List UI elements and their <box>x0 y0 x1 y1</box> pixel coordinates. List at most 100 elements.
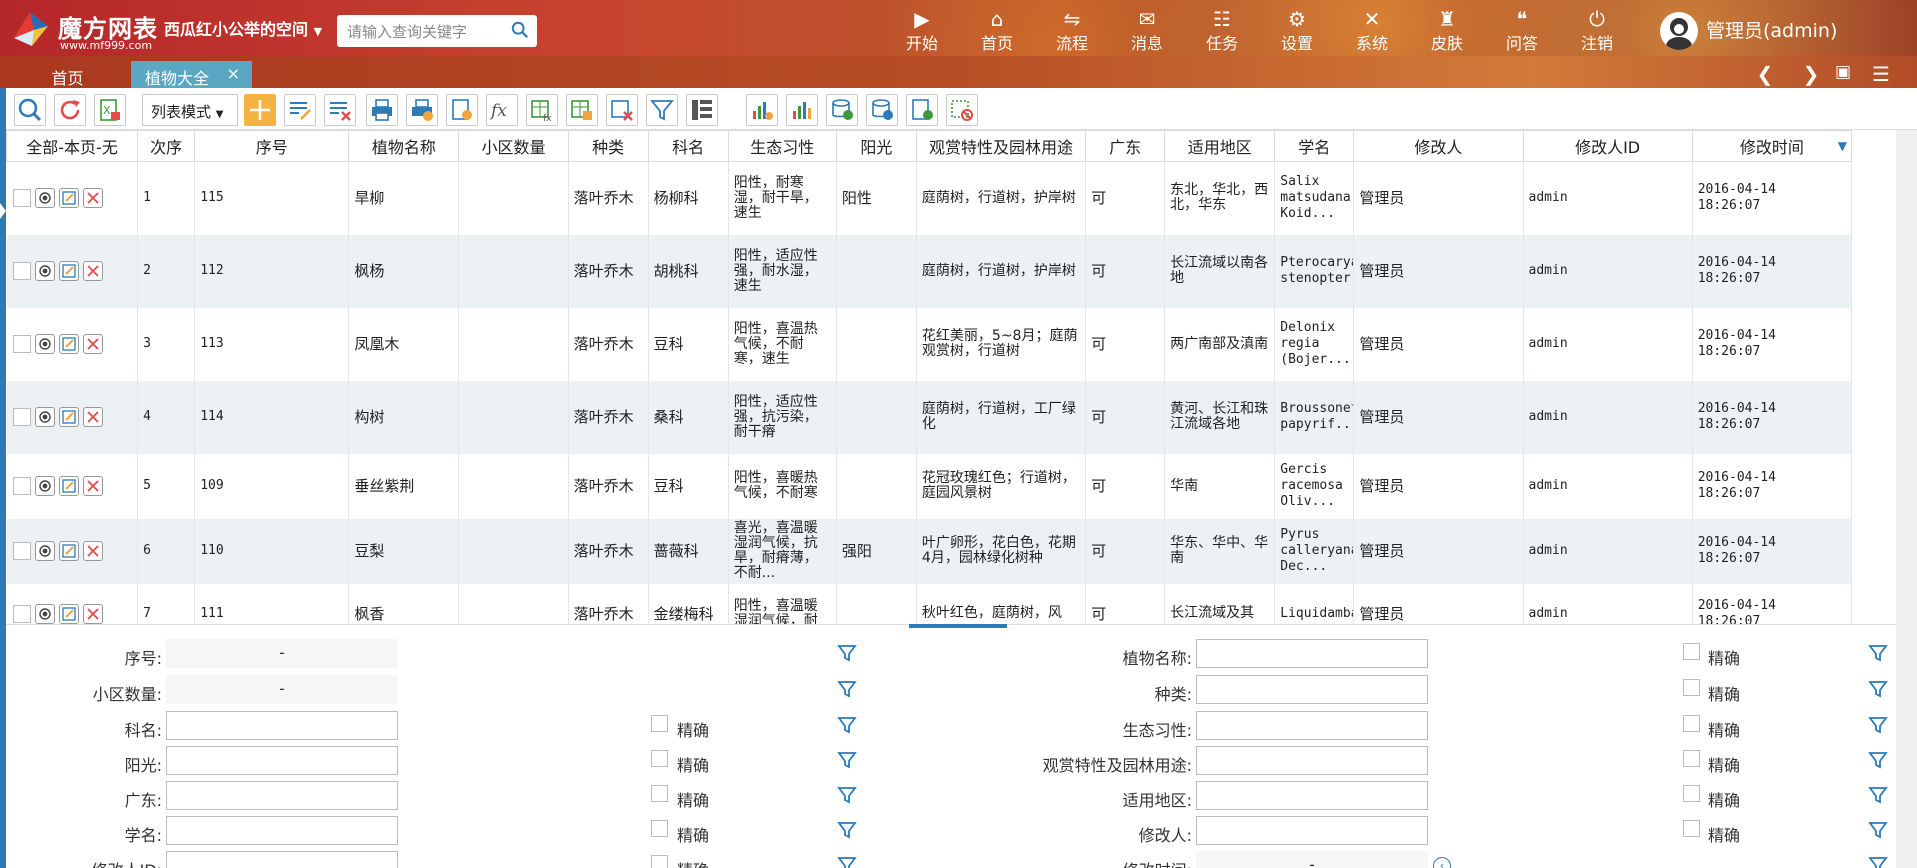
edit-icon[interactable] <box>58 603 79 624</box>
col-family[interactable]: 科名 <box>647 130 729 162</box>
print-button[interactable] <box>366 94 398 126</box>
next-tab-icon[interactable]: ❯ <box>1800 62 1822 86</box>
table-row[interactable]: 5 109 垂丝紫荆 落叶乔木 豆科 阳性，喜暖热气候，不耐寒 花冠玫瑰红色；行道树，庭园风… <box>6 453 1853 519</box>
delete-icon[interactable] <box>82 541 103 561</box>
exact-checkbox[interactable] <box>651 855 668 868</box>
exact-checkbox[interactable] <box>1683 679 1700 696</box>
edit-icon[interactable] <box>58 407 79 427</box>
search-button[interactable] <box>14 94 46 126</box>
refresh-button[interactable] <box>54 94 86 126</box>
search-input[interactable]: 请输入查询关键字 <box>337 15 537 47</box>
funnel-icon[interactable] <box>1868 715 1888 735</box>
col-no[interactable]: 序号 <box>194 130 350 162</box>
close-icon[interactable]: × <box>227 64 240 83</box>
funnel-icon[interactable] <box>1868 750 1888 770</box>
col-time[interactable]: 修改时间 ▼ <box>1691 130 1853 162</box>
batch-delete-button[interactable] <box>324 94 356 126</box>
col-area[interactable]: 适用地区 <box>1164 130 1276 162</box>
funnel-icon[interactable] <box>837 643 857 663</box>
col-editor-id[interactable]: 修改人ID <box>1522 130 1693 162</box>
formula-button[interactable]: fx <box>486 94 518 126</box>
table-row[interactable]: 6 110 豆梨 落叶乔木 蔷薇科 喜光，喜温暖湿润气候，抗旱，耐瘠薄，不耐... 强阳 叶广… <box>6 518 1853 584</box>
nav-tasks[interactable]: ☷ 任务 <box>1193 7 1251 54</box>
funnel-icon[interactable] <box>837 715 857 735</box>
exact-checkbox[interactable] <box>1683 820 1700 837</box>
delete-icon[interactable] <box>82 334 103 354</box>
view-icon[interactable] <box>34 603 55 624</box>
disable-button[interactable] <box>946 94 978 126</box>
filter-input[interactable] <box>1196 639 1428 668</box>
col-eco[interactable]: 生态习性 <box>727 130 837 162</box>
export-db-button[interactable] <box>866 94 898 126</box>
row-checkbox[interactable] <box>12 189 31 208</box>
exact-checkbox[interactable] <box>1683 643 1700 660</box>
sort-desc-icon[interactable]: ▼ <box>1838 139 1847 153</box>
col-sci[interactable]: 学名 <box>1274 130 1355 162</box>
row-checkbox[interactable] <box>12 262 31 280</box>
exact-checkbox[interactable] <box>1683 715 1700 732</box>
funnel-icon[interactable] <box>837 820 857 840</box>
funnel-icon[interactable] <box>1868 679 1888 699</box>
nav-messages[interactable]: ✉ 消息 <box>1118 7 1176 54</box>
table-row[interactable]: 1 115 旱柳 落叶乔木 杨柳科 阳性，耐寒湿，耐干旱，速生 阳性 庭荫树，行道树，护岸树可… <box>6 161 1853 235</box>
table-row[interactable]: 7 111 枫香 落叶乔木 金缕梅科 阳性，喜温暖湿润气候，耐 秋叶红色，庭荫树，风可长江流… <box>6 583 1853 624</box>
add-button[interactable] <box>244 94 276 126</box>
nav-skin[interactable]: ♜ 皮肤 <box>1418 7 1476 54</box>
space-selector[interactable]: 西瓜红小公举的空间 ▼ <box>164 16 322 40</box>
exact-checkbox[interactable] <box>1683 750 1700 767</box>
filter-date-range[interactable]: - <box>1196 851 1428 868</box>
col-kind[interactable]: 种类 <box>567 130 649 162</box>
nav-settings[interactable]: ⚙ 设置 <box>1268 7 1326 54</box>
delete-icon[interactable] <box>82 476 103 496</box>
filter-input[interactable] <box>166 781 398 810</box>
nav-qa[interactable]: ❝ 问答 <box>1493 7 1551 54</box>
search-icon[interactable] <box>511 21 529 39</box>
table-row[interactable]: 2 112 枫杨 落叶乔木 胡桃科 阳性，适应性强，耐水湿，速生 庭荫树，行道树，护岸树可长… <box>6 234 1853 308</box>
view-icon[interactable] <box>34 476 55 496</box>
avatar[interactable] <box>1660 12 1698 50</box>
filter-input[interactable] <box>166 746 398 775</box>
table-row[interactable]: 3 113 凤凰木 落叶乔木 豆科 阳性，喜温热气候，不耐寒，速生 花红美丽，5~8月；庭荫… <box>6 307 1853 381</box>
col-select[interactable]: 全部-本页-无 <box>6 130 139 162</box>
edit-icon[interactable] <box>58 188 79 209</box>
prev-tab-icon[interactable]: ❮ <box>1754 62 1776 86</box>
col-count[interactable]: 小区数量 <box>458 130 569 162</box>
chart-button[interactable] <box>786 94 818 126</box>
grid-scrollbar[interactable] <box>1896 130 1917 624</box>
chart-settings-button[interactable] <box>746 94 778 126</box>
table-row[interactable]: 4 114 构树 落叶乔木 桑科 阳性，适应性强，抗污染，耐干瘠 庭荫树，行道树，工厂绿化可… <box>6 380 1853 454</box>
menu-icon[interactable]: ☰ <box>1870 62 1892 86</box>
view-icon[interactable] <box>34 407 55 427</box>
row-checkbox[interactable] <box>12 542 31 560</box>
filter-input[interactable] <box>166 816 398 845</box>
delete-icon[interactable] <box>82 188 103 209</box>
row-checkbox[interactable] <box>12 477 31 495</box>
nav-logout[interactable]: ⏻ 注销 <box>1568 7 1626 54</box>
filter-input[interactable] <box>166 851 398 868</box>
col-name[interactable]: 植物名称 <box>348 130 460 162</box>
nav-system[interactable]: ✕ 系统 <box>1343 7 1401 54</box>
funnel-icon[interactable] <box>1868 785 1888 805</box>
column-settings-button[interactable] <box>686 94 718 126</box>
filter-input[interactable] <box>166 711 398 740</box>
filter-button[interactable] <box>646 94 678 126</box>
edit-icon[interactable] <box>58 261 79 281</box>
form-settings-button[interactable] <box>446 94 478 126</box>
delete-icon[interactable] <box>82 261 103 281</box>
print-setup-button[interactable] <box>406 94 438 126</box>
filter-input[interactable] <box>1196 746 1428 775</box>
filter-input[interactable] <box>1196 675 1428 704</box>
col-sun[interactable]: 阳光 <box>835 130 917 162</box>
table-formula-button[interactable]: fx <box>526 94 558 126</box>
filter-input[interactable] <box>1196 781 1428 810</box>
table-delete-button[interactable] <box>606 94 638 126</box>
view-mode-select[interactable]: 列表模式 ▼ <box>142 94 238 126</box>
exact-checkbox[interactable] <box>651 820 668 837</box>
delete-icon[interactable] <box>82 407 103 427</box>
filter-range-input[interactable]: - <box>166 639 398 668</box>
view-icon[interactable] <box>34 541 55 561</box>
view-icon[interactable] <box>34 188 55 209</box>
funnel-icon[interactable] <box>1868 643 1888 663</box>
nav-start[interactable]: ▶ 开始 <box>893 7 951 54</box>
exact-checkbox[interactable] <box>651 750 668 767</box>
